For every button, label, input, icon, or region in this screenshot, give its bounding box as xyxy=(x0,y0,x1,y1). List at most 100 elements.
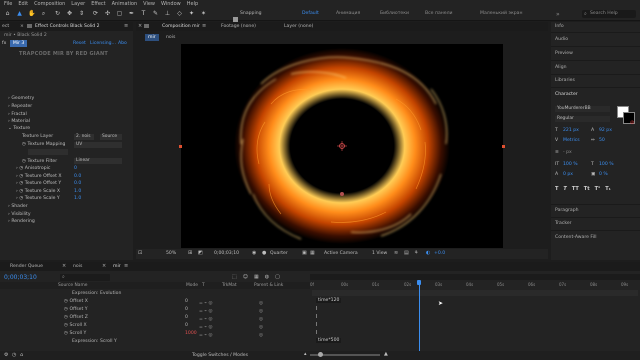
keyframe-marker[interactable]: I xyxy=(316,314,317,320)
magnification-icon[interactable]: ⊡ xyxy=(138,250,142,256)
transparency-grid-icon[interactable]: ▦ xyxy=(310,250,315,256)
workspace-more-icon[interactable]: » xyxy=(556,11,560,18)
workspace-small-screen[interactable]: Маленький экран xyxy=(480,11,523,16)
zoom-dropdown[interactable]: 50% xyxy=(166,251,176,256)
subscript-button[interactable]: T₁ xyxy=(605,186,611,192)
keyframe-marker[interactable]: I xyxy=(316,306,317,312)
clone-stamp-tool-icon[interactable]: ⊥ xyxy=(164,10,171,17)
group-material[interactable]: › Material xyxy=(8,118,30,125)
col-trkmat[interactable]: TrkMat xyxy=(222,283,237,288)
toggle-switches-modes[interactable]: Toggle Switches / Modes xyxy=(192,353,248,358)
small-caps-button[interactable]: Tt xyxy=(584,186,590,192)
expression-evolution-text[interactable]: time*120 xyxy=(316,298,342,303)
expression-enable-icon[interactable]: = ⌁ ◎ xyxy=(199,316,213,324)
scroll-y-value[interactable]: 1000 xyxy=(185,330,197,338)
keyframe-marker[interactable]: I xyxy=(316,322,317,328)
anisotropic-value[interactable]: 0 xyxy=(74,166,77,171)
licensing-link[interactable]: Licensing... xyxy=(90,41,116,46)
offset-y-value[interactable]: 0 xyxy=(185,306,188,314)
views-dropdown[interactable]: 1 View xyxy=(372,251,387,256)
tab-project[interactable]: ect xyxy=(2,24,9,29)
font-style-dropdown[interactable]: Regular xyxy=(555,116,610,122)
stopwatch-icon[interactable]: ◷ xyxy=(22,159,26,164)
frame-blend-icon[interactable]: ▦ xyxy=(254,274,259,280)
offset-z-value[interactable]: 0 xyxy=(185,314,188,322)
resolution-dropdown[interactable]: Quarter xyxy=(270,251,288,256)
col-source-name[interactable]: Source Name xyxy=(58,283,87,288)
panel-align[interactable]: Align xyxy=(555,65,567,70)
offset-x-value[interactable]: 0.0 xyxy=(74,174,81,179)
menu-composition[interactable]: Composition xyxy=(34,1,65,7)
panel-info[interactable]: Info xyxy=(555,24,564,29)
horizontal-scale-value[interactable]: 100 % xyxy=(599,162,614,167)
superscript-button[interactable]: T¹ xyxy=(595,186,601,192)
expression-enable-icon[interactable]: = ⌁ ◎ xyxy=(199,332,213,340)
texture-source-dropdown[interactable]: Source xyxy=(100,134,122,140)
col-parent[interactable]: Parent & Link xyxy=(254,283,283,288)
expression-enable-icon[interactable]: = ⌁ ◎ xyxy=(199,324,213,332)
search-help-field[interactable]: ⌕ Search Help xyxy=(582,10,636,18)
menu-layer[interactable]: Layer xyxy=(71,1,85,7)
orbit-tool-icon[interactable]: ↻ xyxy=(54,10,61,17)
fx-icon[interactable]: fx xyxy=(2,41,6,46)
expression-enable-icon[interactable]: = ⌁ ◎ xyxy=(199,308,213,316)
panel-menu-icon[interactable]: ≡ xyxy=(202,23,206,29)
expression-scroll-text[interactable]: time*500 xyxy=(316,338,342,343)
close-icon[interactable]: × xyxy=(20,24,24,29)
stopwatch-icon[interactable]: ◷ xyxy=(19,174,23,179)
col-mode[interactable]: Mode xyxy=(186,283,198,288)
tab-layer[interactable]: Layer (none) xyxy=(284,24,313,29)
texture-layer-dropdown[interactable]: 2. nois xyxy=(74,134,94,140)
mask-icon[interactable]: ◩ xyxy=(198,250,203,256)
timeline-timecode[interactable]: 0;00;03;10 xyxy=(4,274,37,281)
row-offset-z[interactable]: ◷ Offset Z xyxy=(64,314,88,322)
pickwhip-icon[interactable]: ◎ xyxy=(259,308,263,316)
tab-nois[interactable]: nois xyxy=(73,264,82,269)
exposure-icon[interactable]: ◐ xyxy=(426,250,430,256)
grid-icon[interactable]: ⊞ xyxy=(188,250,192,256)
lock-icon[interactable] xyxy=(144,24,149,28)
motion-blur-icon[interactable]: ◍ xyxy=(265,274,269,280)
group-fractal[interactable]: › Fractal xyxy=(8,111,27,118)
row-expression-scroll-y[interactable]: Expression: Scroll Y xyxy=(72,338,117,346)
panel-audio[interactable]: Audio xyxy=(555,37,568,42)
selection-tool-icon[interactable]: ▲ xyxy=(16,10,23,17)
texture-mapping-dropdown[interactable]: UV xyxy=(74,142,122,148)
keyframe-marker[interactable]: I xyxy=(316,330,317,336)
group-rendering[interactable]: › Rendering xyxy=(8,218,35,225)
type-tool-icon[interactable]: T xyxy=(140,10,147,17)
eraser-tool-icon[interactable]: ◇ xyxy=(176,10,183,17)
draft-3d-icon[interactable]: ⬚ xyxy=(232,274,237,280)
composition-flowchart-icon[interactable]: ⚙ xyxy=(4,352,8,358)
close-icon[interactable]: × xyxy=(138,23,142,29)
menu-effect[interactable]: Effect xyxy=(91,1,105,7)
tab-render-queue[interactable]: Render Queue xyxy=(10,264,43,269)
timeline-icon[interactable]: ▤ xyxy=(404,250,409,256)
faux-bold-button[interactable]: T xyxy=(555,186,558,192)
scale-y-value[interactable]: 1.0 xyxy=(74,196,81,201)
zoom-out-icon[interactable]: ▴ xyxy=(304,351,307,357)
stopwatch-icon[interactable]: ◷ xyxy=(64,323,68,328)
fast-preview-icon[interactable]: ≋ xyxy=(394,250,398,256)
comp-breadcrumb-mir[interactable]: mir xyxy=(145,34,159,41)
tsume-value[interactable]: 0 % xyxy=(599,172,608,177)
brush-tool-icon[interactable]: ✎ xyxy=(152,10,159,17)
stopwatch-icon[interactable]: ◷ xyxy=(19,189,23,194)
stopwatch-icon[interactable]: ◷ xyxy=(64,331,68,336)
close-icon[interactable]: × xyxy=(102,263,106,269)
menu-help[interactable]: Help xyxy=(187,1,198,7)
timeline-search-input[interactable]: ⌕ xyxy=(60,274,110,281)
home-icon[interactable]: ⌂ xyxy=(4,10,11,17)
panel-menu-icon[interactable]: ≡ xyxy=(124,263,128,269)
composition-canvas[interactable] xyxy=(181,44,503,248)
offset-x-value[interactable]: 0 xyxy=(185,298,188,306)
no-color-icon[interactable]: ⊘ xyxy=(630,120,634,126)
row-scroll-x[interactable]: ◷ Scroll X xyxy=(64,322,87,330)
kerning-value[interactable]: Metrics xyxy=(563,138,580,143)
row-offset-y[interactable]: ◷ Offset Y xyxy=(64,306,88,314)
pan-tool-icon[interactable]: ✥ xyxy=(66,10,73,17)
layer-handle-right[interactable] xyxy=(502,145,505,148)
camera-dropdown[interactable]: Active Camera xyxy=(324,251,358,256)
row-expression-evolution[interactable]: Expression: Evolution xyxy=(72,290,121,298)
tab-effect-controls[interactable]: Effect Controls Black Solid 2 xyxy=(35,24,100,29)
